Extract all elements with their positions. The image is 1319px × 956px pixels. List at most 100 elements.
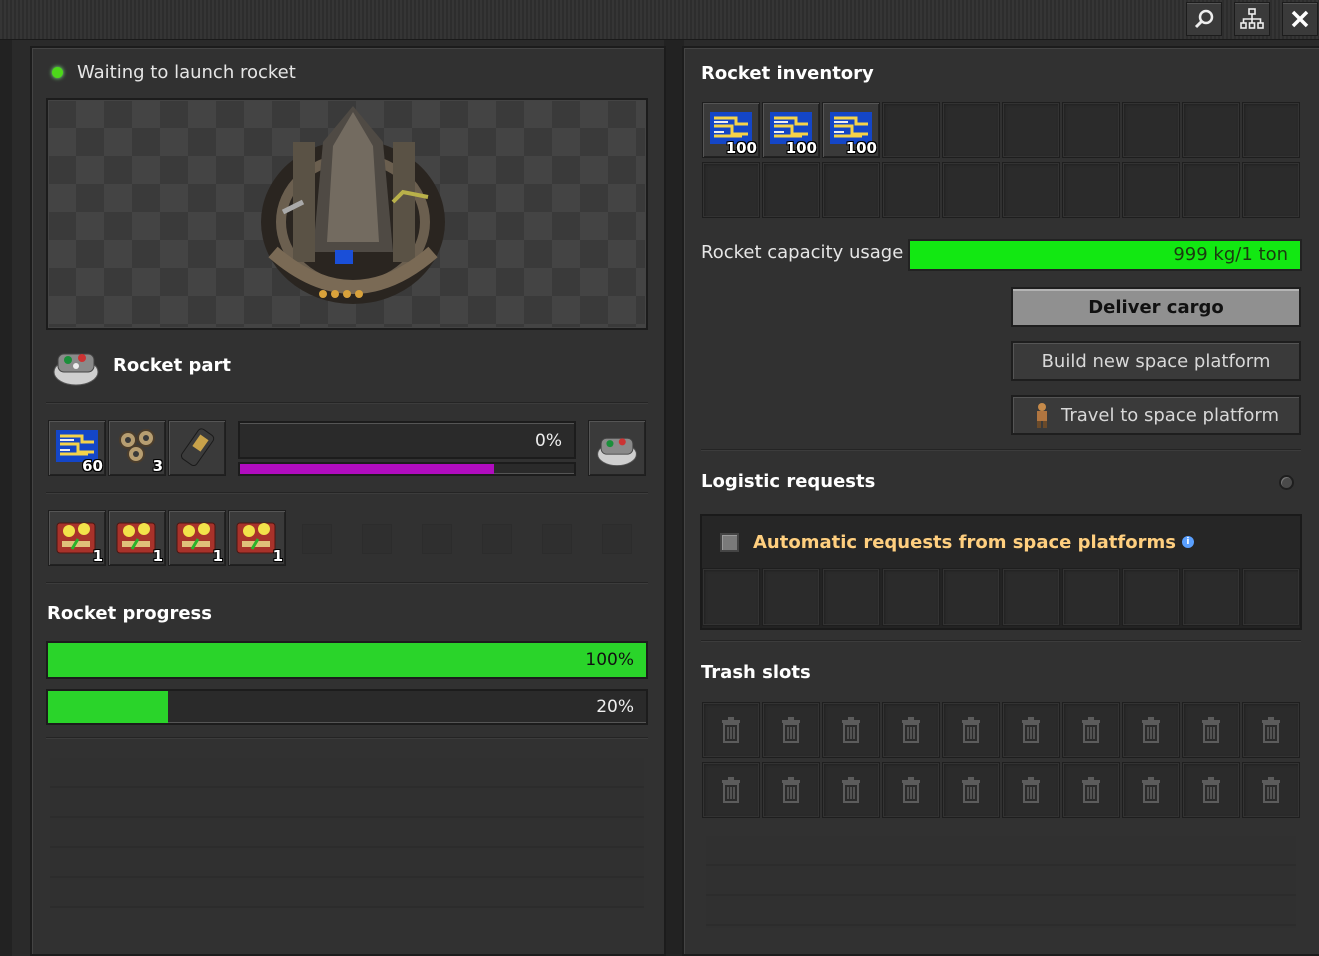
- trash-icon: [902, 717, 920, 743]
- empty-module-slot[interactable]: [302, 524, 332, 554]
- trash-slot[interactable]: [882, 762, 940, 818]
- launch-progress-bar-fill: [48, 691, 168, 723]
- trash-slot[interactable]: [762, 762, 820, 818]
- module-slot[interactable]: 1: [168, 510, 226, 566]
- module-count: 1: [272, 547, 283, 565]
- trash-icon: [1082, 777, 1100, 803]
- trash-icon: [1082, 717, 1100, 743]
- module-slot[interactable]: 1: [48, 510, 106, 566]
- rocket-part-result-icon: [597, 437, 637, 467]
- ingredient-slot[interactable]: 3: [108, 420, 166, 476]
- logistic-request-slot[interactable]: [942, 568, 1000, 626]
- trash-icon: [1142, 717, 1160, 743]
- inventory-slot[interactable]: 100: [822, 102, 880, 158]
- ingredient-slot[interactable]: [168, 420, 226, 476]
- trash-slot[interactable]: [762, 702, 820, 758]
- inventory-count: 100: [785, 139, 817, 157]
- travel-platform-button[interactable]: Travel to space platform: [1011, 395, 1301, 435]
- inventory-slot[interactable]: [702, 162, 760, 218]
- trash-icon: [1202, 777, 1220, 803]
- module-slot[interactable]: 1: [228, 510, 286, 566]
- trash-slot[interactable]: [822, 702, 880, 758]
- inventory-slot[interactable]: [1002, 102, 1060, 158]
- trash-slot[interactable]: [1002, 762, 1060, 818]
- trash-slot[interactable]: [1182, 762, 1240, 818]
- build-platform-button[interactable]: Build new space platform: [1011, 341, 1301, 381]
- close-button[interactable]: [1282, 2, 1318, 36]
- crafting-progress-bar: 0%: [238, 421, 576, 459]
- logistic-request-slot[interactable]: [1122, 568, 1180, 626]
- engineer-icon: [1036, 403, 1047, 428]
- empty-module-slot[interactable]: [542, 524, 572, 554]
- inventory-slot[interactable]: [882, 102, 940, 158]
- trash-slot[interactable]: [942, 762, 1000, 818]
- logistic-toggle-indicator[interactable]: [1279, 475, 1294, 490]
- logistic-request-slot[interactable]: [1242, 568, 1300, 626]
- separator: [701, 449, 1301, 451]
- inventory-slot[interactable]: [822, 162, 880, 218]
- trash-slot[interactable]: [1062, 762, 1120, 818]
- logistic-request-slot[interactable]: [1002, 568, 1060, 626]
- empty-module-slot[interactable]: [422, 524, 452, 554]
- inventory-slot[interactable]: [1242, 102, 1300, 158]
- inventory-slot[interactable]: [1002, 162, 1060, 218]
- inventory-slot[interactable]: [942, 102, 1000, 158]
- trash-icon: [782, 717, 800, 743]
- empty-module-slot[interactable]: [602, 524, 632, 554]
- inventory-slot[interactable]: [1122, 102, 1180, 158]
- inventory-slot[interactable]: [1122, 162, 1180, 218]
- inventory-slot[interactable]: [1062, 102, 1120, 158]
- inventory-slot[interactable]: [1182, 162, 1240, 218]
- inventory-slot[interactable]: [762, 162, 820, 218]
- inventory-slot[interactable]: 100: [762, 102, 820, 158]
- deliver-cargo-button[interactable]: Deliver cargo: [1011, 287, 1301, 327]
- trash-slot[interactable]: [1002, 702, 1060, 758]
- trash-slot[interactable]: [1122, 702, 1180, 758]
- ingredient-slot[interactable]: 60: [48, 420, 106, 476]
- inventory-slot[interactable]: 100: [702, 102, 760, 158]
- top-bar: [0, 0, 1319, 40]
- recipe-name: Rocket part: [113, 354, 231, 376]
- empty-module-slot[interactable]: [362, 524, 392, 554]
- logistic-request-slot[interactable]: [882, 568, 940, 626]
- rocket-part-icon: [53, 353, 99, 386]
- logistic-request-slot[interactable]: [1182, 568, 1240, 626]
- capacity-value: 999 kg/1 ton: [1173, 244, 1288, 265]
- empty-module-slot[interactable]: [482, 524, 512, 554]
- inventory-count: 100: [845, 139, 877, 157]
- inventory-slot[interactable]: [882, 162, 940, 218]
- trash-slot[interactable]: [942, 702, 1000, 758]
- rocket-fuel-icon: [180, 428, 215, 467]
- trash-slot[interactable]: [1062, 702, 1120, 758]
- ingredient-count: 60: [82, 457, 103, 475]
- logistic-request-slot[interactable]: [702, 568, 760, 626]
- trash-icon: [842, 717, 860, 743]
- trash-slot[interactable]: [1122, 762, 1180, 818]
- inventory-slot[interactable]: [1242, 162, 1300, 218]
- search-button[interactable]: [1186, 2, 1222, 36]
- inventory-slot[interactable]: [942, 162, 1000, 218]
- inventory-slot[interactable]: [1182, 102, 1240, 158]
- trash-slot[interactable]: [1242, 762, 1300, 818]
- trash-slot[interactable]: [702, 702, 760, 758]
- trash-slot[interactable]: [1242, 702, 1300, 758]
- rocket-progress-title: Rocket progress: [47, 603, 212, 624]
- trash-slot[interactable]: [822, 762, 880, 818]
- logistic-request-slot[interactable]: [1062, 568, 1120, 626]
- close-icon: [1291, 10, 1309, 28]
- auto-requests-checkbox[interactable]: [720, 532, 739, 552]
- separator: [46, 582, 648, 584]
- hierarchy-button[interactable]: [1234, 2, 1270, 36]
- inventory-slot[interactable]: [1062, 162, 1120, 218]
- result-slot[interactable]: [588, 420, 646, 476]
- info-icon[interactable]: i: [1181, 536, 1194, 548]
- separator: [701, 640, 1301, 642]
- logistic-request-slot[interactable]: [822, 568, 880, 626]
- trash-slot[interactable]: [702, 762, 760, 818]
- module-slot[interactable]: 1: [108, 510, 166, 566]
- trash-slots-title: Trash slots: [701, 662, 811, 683]
- travel-platform-label: Travel to space platform: [1060, 404, 1280, 426]
- trash-slot[interactable]: [882, 702, 940, 758]
- logistic-request-slot[interactable]: [762, 568, 820, 626]
- trash-slot[interactable]: [1182, 702, 1240, 758]
